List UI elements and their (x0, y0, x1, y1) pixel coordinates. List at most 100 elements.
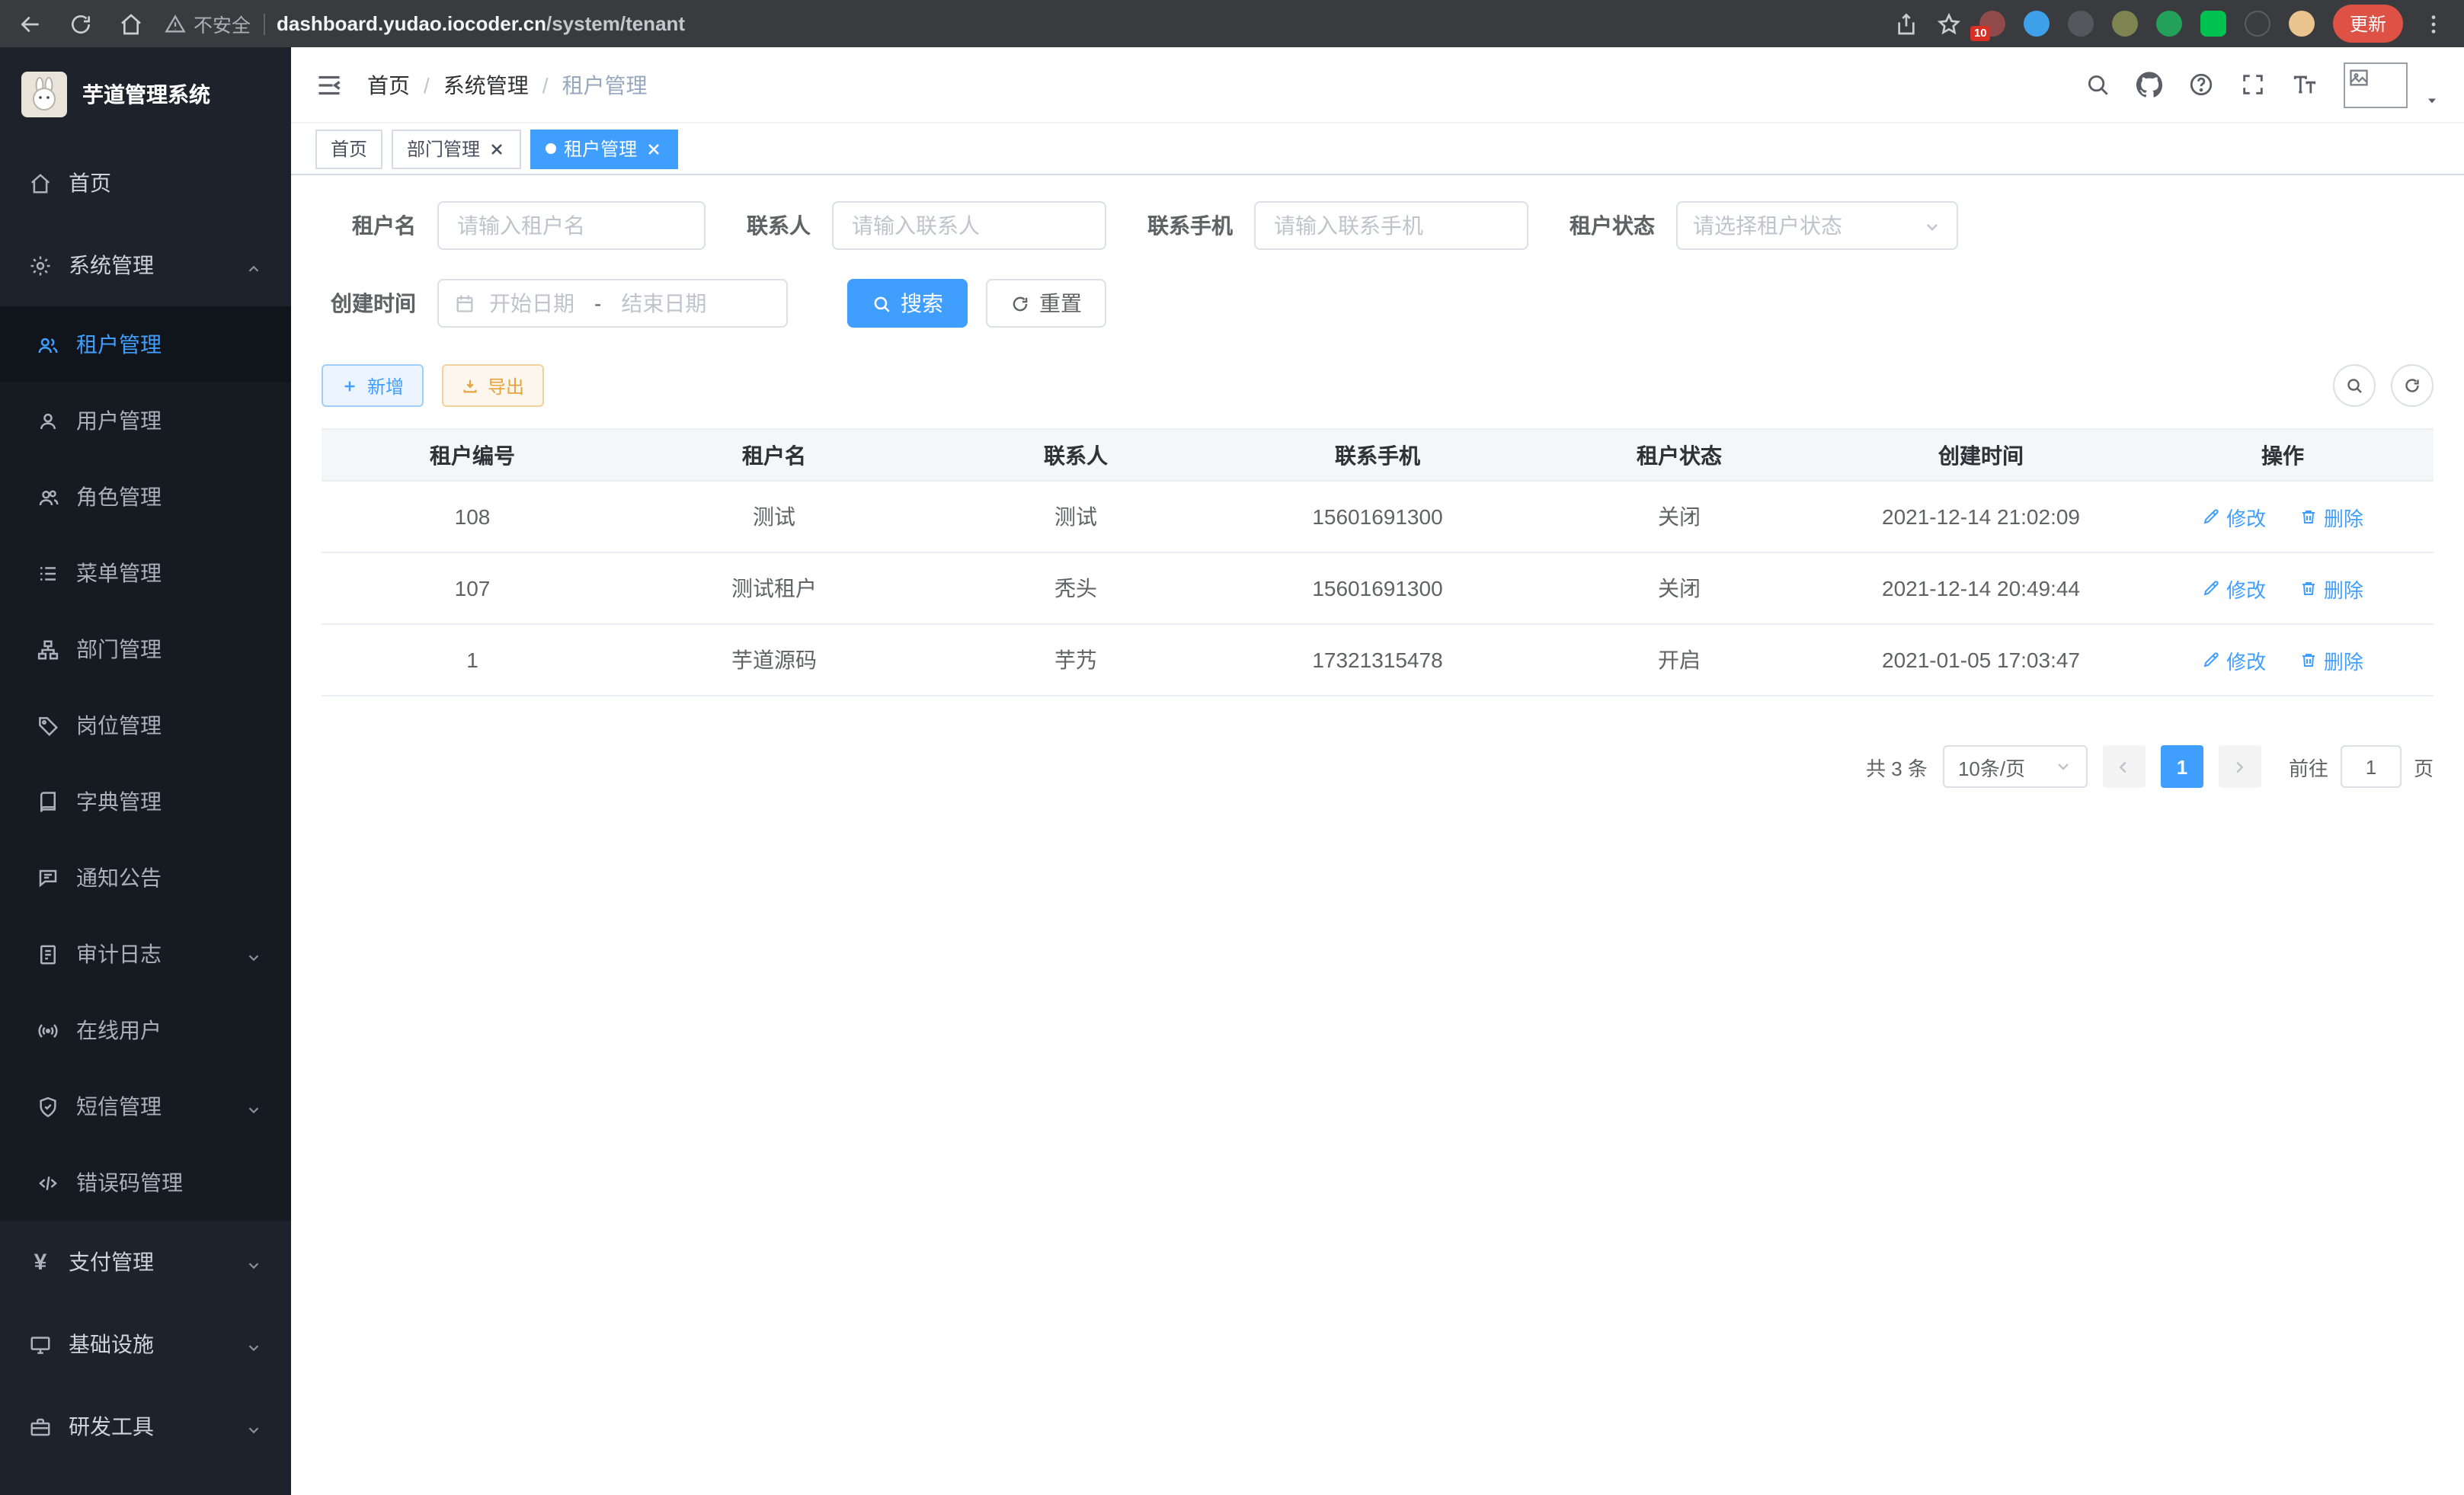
search-button[interactable]: 搜索 (847, 279, 968, 328)
prev-page-button[interactable] (2103, 745, 2146, 788)
sidebar-item-post-management[interactable]: 岗位管理 (0, 687, 291, 764)
sidebar-item-system-management[interactable]: 系统管理 (0, 224, 291, 306)
code-icon (37, 1171, 59, 1194)
sidebar-item-user-management[interactable]: 用户管理 (0, 383, 291, 459)
col-phone: 联系手机 (1227, 429, 1528, 481)
extension-icon[interactable] (2024, 11, 2050, 37)
extension-icon[interactable]: 10 (1979, 11, 2005, 37)
edit-link[interactable]: 修改 (2202, 502, 2266, 531)
refresh-button[interactable] (2391, 364, 2434, 407)
back-icon[interactable] (18, 11, 43, 36)
team-icon (37, 485, 59, 508)
sidebar-item-department-management[interactable]: 部门管理 (0, 611, 291, 687)
status-text: 关闭 (1528, 481, 1830, 552)
home-browser-icon[interactable] (119, 11, 143, 36)
reset-button[interactable]: 重置 (986, 279, 1106, 328)
extension-icon[interactable] (2156, 11, 2182, 37)
page-content: 租户名 联系人 联系手机 租户状态 请选择租户状态 (291, 175, 2464, 1495)
goto-suffix: 页 (2414, 752, 2434, 781)
extension-icon[interactable] (2068, 11, 2094, 37)
extension-icon[interactable] (2200, 11, 2226, 37)
sidebar-item-home[interactable]: 首页 (0, 142, 291, 224)
delete-link[interactable]: 删除 (2299, 574, 2363, 603)
yen-icon: ¥ (29, 1250, 52, 1273)
status-text: 开启 (1528, 624, 1830, 696)
fullscreen-icon[interactable] (2240, 72, 2266, 98)
gear-icon (29, 254, 52, 277)
sidebar-item-sms-management[interactable]: 短信管理 (0, 1068, 291, 1144)
tab-home[interactable]: 首页 (315, 129, 382, 168)
sidebar-item-menu-management[interactable]: 菜单管理 (0, 535, 291, 611)
security-label: 不安全 (194, 9, 251, 38)
sidebar-item-dev-tools[interactable]: 研发工具 (0, 1385, 291, 1468)
address-bar[interactable]: 不安全 dashboard.yudao.iocoder.cn/system/te… (165, 9, 1873, 38)
add-button[interactable]: 新增 (322, 364, 424, 407)
menu-list-icon (37, 562, 59, 584)
col-tenant-id: 租户编号 (322, 429, 623, 481)
tenant-status-select[interactable]: 请选择租户状态 (1676, 201, 1958, 250)
delete-link[interactable]: 删除 (2299, 502, 2363, 531)
export-button[interactable]: 导出 (442, 364, 544, 407)
reload-icon[interactable] (69, 11, 93, 36)
breadcrumb-section[interactable]: 系统管理 (443, 69, 529, 100)
help-icon[interactable] (2188, 72, 2214, 98)
chevron-down-icon (245, 1336, 262, 1353)
sidebar-item-tenant-management[interactable]: 租户管理 (0, 306, 291, 383)
sidebar-toggle-icon[interactable] (315, 71, 343, 98)
contact-phone-input[interactable] (1254, 201, 1528, 250)
search-icon[interactable] (2085, 72, 2110, 98)
tenant-status-label: 租户状态 (1570, 210, 1655, 241)
sidebar-item-dict-management[interactable]: 字典管理 (0, 764, 291, 840)
github-icon[interactable] (2136, 72, 2162, 98)
download-icon (462, 377, 478, 394)
extension-badge: 10 (1970, 25, 1991, 41)
refresh-icon (2403, 376, 2421, 395)
caret-down-icon[interactable] (2424, 88, 2440, 103)
sidebar-item-error-code-management[interactable]: 错误码管理 (0, 1144, 291, 1221)
tenant-name-input[interactable] (437, 201, 706, 250)
sidebar-item-infrastructure[interactable]: 基础设施 (0, 1303, 291, 1385)
close-icon[interactable] (488, 139, 506, 158)
kebab-menu-icon[interactable] (2421, 11, 2446, 36)
sidebar-item-payment-management[interactable]: ¥ 支付管理 (0, 1221, 291, 1303)
bookmark-star-icon[interactable] (1937, 11, 1961, 36)
close-icon[interactable] (645, 139, 663, 158)
tab-department-management[interactable]: 部门管理 (392, 129, 521, 168)
app-logo[interactable]: 芋道管理系统 (0, 47, 291, 142)
tab-tenant-management[interactable]: 租户管理 (530, 129, 678, 168)
next-page-button[interactable] (2219, 745, 2261, 788)
sidebar-item-audit-log[interactable]: 审计日志 (0, 916, 291, 992)
date-start-placeholder: 开始日期 (489, 288, 574, 319)
broken-image-icon (2348, 66, 2370, 88)
plus-icon (341, 377, 358, 394)
tenant-table: 租户编号 租户名 联系人 联系手机 租户状态 创建时间 操作 108 测试 (322, 428, 2434, 696)
delete-link[interactable]: 删除 (2299, 645, 2363, 674)
chevron-down-icon (245, 1253, 262, 1270)
page-size-select[interactable]: 10条/页 (1943, 745, 2088, 788)
goto-page-input[interactable] (2341, 745, 2402, 788)
profile-avatar[interactable] (2289, 11, 2315, 37)
sidebar-item-role-management[interactable]: 角色管理 (0, 459, 291, 535)
breadcrumb-home[interactable]: 首页 (367, 69, 410, 100)
logo-avatar-icon (21, 72, 67, 117)
contact-label: 联系人 (747, 210, 811, 241)
edit-link[interactable]: 修改 (2202, 574, 2266, 603)
contact-input[interactable] (832, 201, 1106, 250)
page-number-1[interactable]: 1 (2161, 745, 2203, 788)
user-avatar[interactable] (2344, 62, 2408, 107)
toggle-search-button[interactable] (2333, 364, 2376, 407)
create-time-range-picker[interactable]: 开始日期 - 结束日期 (437, 279, 788, 328)
edit-link[interactable]: 修改 (2202, 645, 2266, 674)
extension-icon[interactable] (2245, 11, 2270, 37)
total-count: 共 3 条 (1866, 752, 1928, 781)
sidebar-item-online-users[interactable]: 在线用户 (0, 992, 291, 1068)
sidebar: 芋道管理系统 首页 系统管理 租户管理 用户管理 (0, 47, 291, 1495)
table-row: 107 测试租户 秃头 15601691300 关闭 2021-12-14 20… (322, 552, 2434, 624)
browser-update-button[interactable]: 更新 (2333, 5, 2403, 43)
sidebar-item-notice-management[interactable]: 通知公告 (0, 840, 291, 916)
extension-icon[interactable] (2112, 11, 2138, 37)
chevron-down-icon (2054, 757, 2072, 776)
share-icon[interactable] (1894, 11, 1918, 36)
col-contact: 联系人 (925, 429, 1227, 481)
font-size-icon[interactable] (2292, 72, 2318, 98)
